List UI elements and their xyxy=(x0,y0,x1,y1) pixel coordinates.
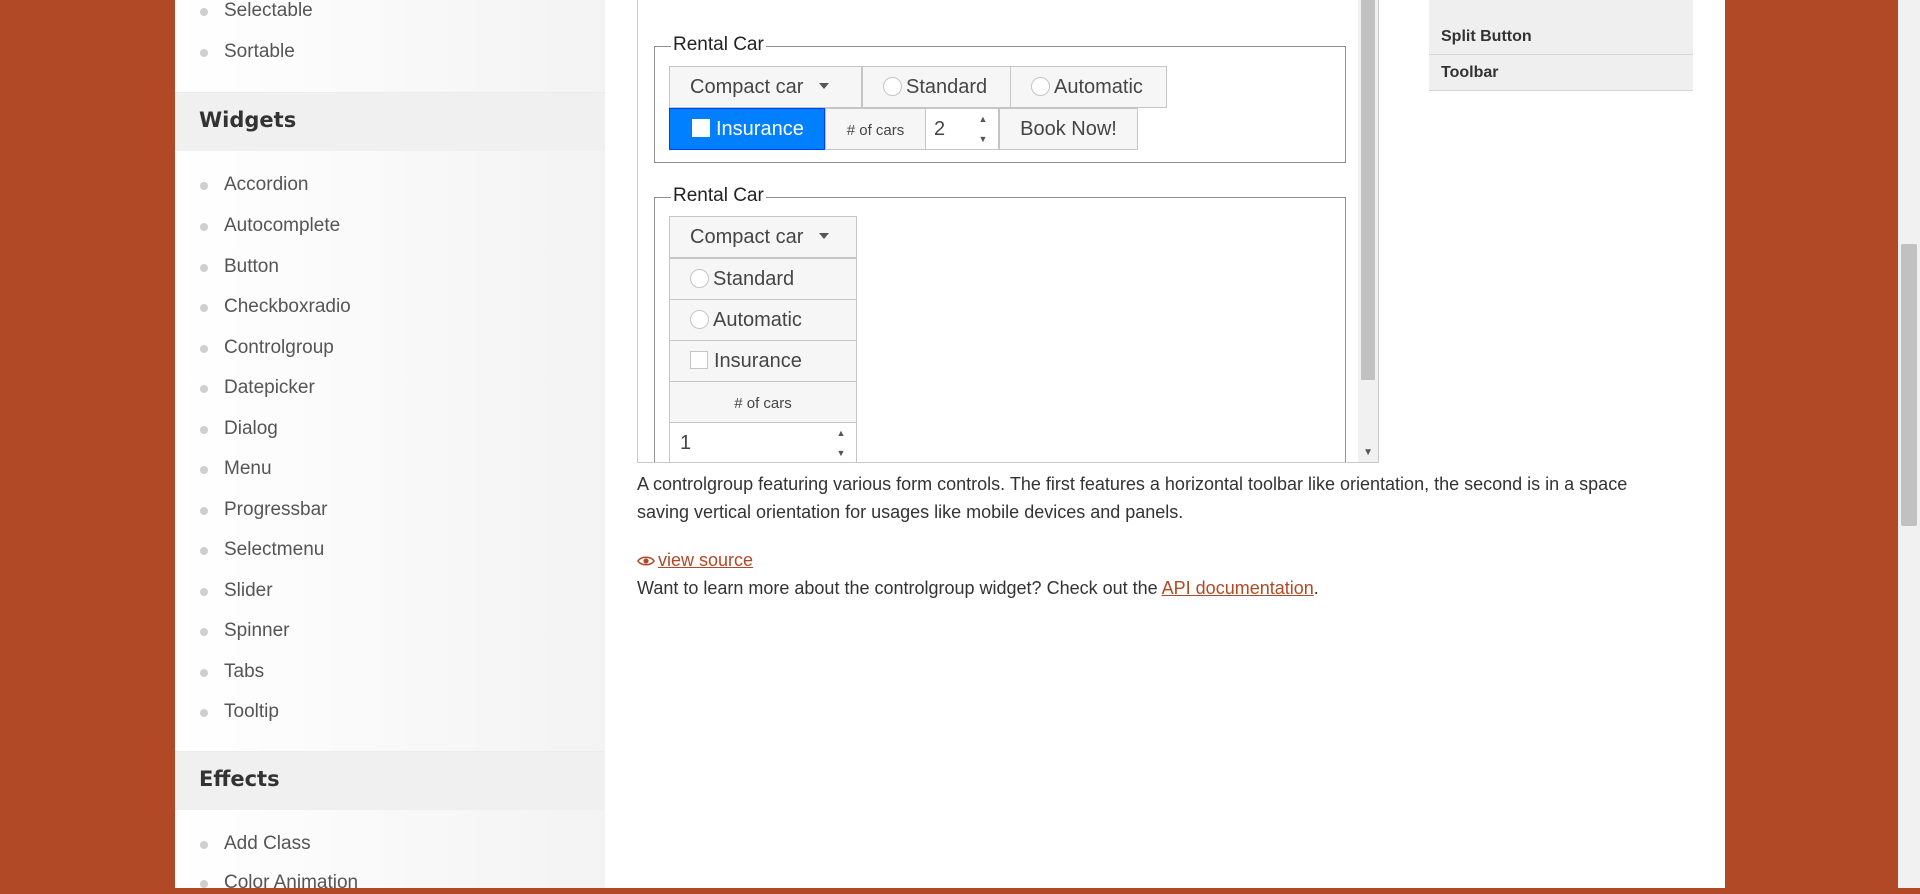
sidebar-item[interactable]: Dialog xyxy=(200,418,278,440)
checkbox-icon xyxy=(692,119,710,137)
checkbox-insurance[interactable]: Insurance xyxy=(669,340,857,382)
checkbox-insurance[interactable]: Insurance xyxy=(669,108,825,150)
radio-automatic[interactable]: Automatic xyxy=(669,299,857,341)
page-content: Selectable Sortable Widgets Accordion Au… xyxy=(175,0,1725,893)
demo-scrollbar[interactable]: ▼ xyxy=(1358,0,1378,462)
spinner-up-icon[interactable]: ▲ xyxy=(826,423,856,443)
sidebar-item[interactable]: Color Animation xyxy=(200,872,358,894)
learn-more-text: Want to learn more about the controlgrou… xyxy=(637,578,1319,598)
book-now-button[interactable]: Book Now! xyxy=(999,108,1138,150)
radio-standard[interactable]: Standard xyxy=(862,66,1011,108)
sidebar-item[interactable]: Tooltip xyxy=(200,701,279,723)
chevron-down-icon xyxy=(819,83,830,89)
sidebar-item[interactable]: Spinner xyxy=(200,620,290,642)
api-documentation-link[interactable]: API documentation xyxy=(1162,578,1314,598)
sidebar-item[interactable]: Accordion xyxy=(200,174,309,196)
rental-car-vertical: Rental Car Compact car Standard Automati… xyxy=(654,185,1346,462)
radio-icon xyxy=(1031,77,1050,96)
demo-description: A controlgroup featuring various form co… xyxy=(637,474,1628,522)
sidebar: Selectable Sortable Widgets Accordion Au… xyxy=(175,0,605,893)
sidebar-item[interactable]: Selectable xyxy=(200,0,313,22)
car-type-select[interactable]: Compact car xyxy=(669,216,857,258)
sidebar-item[interactable]: Button xyxy=(200,256,279,278)
sidebar-item[interactable]: Checkboxradio xyxy=(200,296,351,318)
chevron-down-icon xyxy=(819,233,830,239)
sidebar-heading-effects: Effects xyxy=(175,751,605,810)
sidebar-item[interactable]: Tabs xyxy=(200,661,264,683)
demo-scrollbar-thumb[interactable] xyxy=(1361,0,1375,380)
fieldset-legend: Rental Car xyxy=(671,34,766,56)
radio-icon xyxy=(690,310,709,329)
car-type-select[interactable]: Compact car xyxy=(669,66,862,108)
sidebar-item[interactable]: Slider xyxy=(200,580,273,602)
eye-icon xyxy=(637,556,655,566)
spinner-down-icon[interactable]: ▼ xyxy=(968,129,998,149)
demo-links: view source Want to learn more about the… xyxy=(637,546,1319,602)
nav-item-split-button[interactable]: Split Button xyxy=(1429,19,1693,55)
radio-icon xyxy=(690,269,709,288)
sidebar-item[interactable]: Menu xyxy=(200,458,272,480)
page-scrollbar-thumb[interactable] xyxy=(1901,244,1917,526)
spinner-up-icon[interactable]: ▲ xyxy=(968,109,998,129)
radio-automatic[interactable]: Automatic xyxy=(1010,66,1167,108)
checkbox-icon xyxy=(690,351,708,369)
sidebar-item[interactable]: Selectmenu xyxy=(200,539,324,561)
sidebar-item[interactable]: Datepicker xyxy=(200,377,315,399)
radio-icon xyxy=(883,77,902,96)
radio-standard[interactable]: Standard xyxy=(669,258,857,300)
nav-item-toolbar[interactable]: Toolbar xyxy=(1429,55,1693,91)
demo-iframe: ▼ Rental Car Compact car Standard Automa… xyxy=(637,0,1379,463)
sidebar-item[interactable]: Controlgroup xyxy=(200,337,334,359)
spinner-down-icon[interactable]: ▼ xyxy=(826,443,856,462)
sidebar-item[interactable]: Progressbar xyxy=(200,499,328,521)
cars-label: # of cars xyxy=(825,108,926,150)
fieldset-legend: Rental Car xyxy=(671,185,766,207)
sidebar-item[interactable]: Autocomplete xyxy=(200,215,340,237)
cars-spinner[interactable]: 2 ▲ ▼ xyxy=(925,108,999,150)
sidebar-item[interactable]: Sortable xyxy=(200,41,295,63)
sidebar-heading-widgets: Widgets xyxy=(175,92,605,151)
sidebar-item[interactable]: Add Class xyxy=(200,833,311,855)
rental-car-horizontal: Rental Car Compact car Standard Automati… xyxy=(654,34,1346,163)
cars-spinner[interactable]: 1 ▲ ▼ xyxy=(669,422,857,462)
nav-item-partial[interactable] xyxy=(1429,0,1693,20)
cars-label: # of cars xyxy=(669,381,857,423)
scroll-down-arrow-icon[interactable]: ▼ xyxy=(1363,447,1373,458)
view-source-link[interactable]: view source xyxy=(637,550,753,570)
